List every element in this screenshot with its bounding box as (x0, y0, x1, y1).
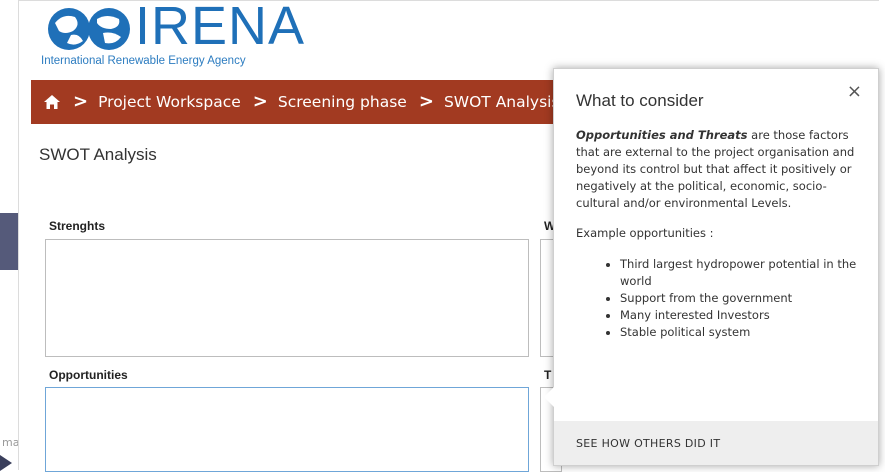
list-item: Support from the government (620, 290, 860, 307)
logo-name: IRENA (135, 0, 306, 56)
popover-body: Opportunities and Threats are those fact… (576, 127, 860, 341)
opportunities-textarea[interactable] (45, 387, 529, 472)
logo-tagline: International Renewable Energy Agency (41, 55, 246, 67)
close-icon[interactable]: × (847, 81, 862, 102)
list-item: Stable political system (620, 324, 860, 341)
popover-footer: SEE HOW OTHERS DID IT (554, 421, 878, 465)
popover-description: Opportunities and Threats are those fact… (576, 127, 860, 212)
example-list: Third largest hydropower potential in th… (576, 256, 860, 341)
chevron-right-icon: > (252, 91, 268, 112)
breadcrumb-swot-analysis[interactable]: SWOT Analysis (444, 93, 560, 111)
chevron-right-icon: > (418, 91, 434, 112)
list-item: Third largest hydropower potential in th… (620, 256, 860, 290)
popover-title: What to consider (576, 91, 704, 110)
strengths-label: Strenghts (49, 219, 106, 233)
threats-label: T (544, 368, 552, 382)
home-icon[interactable] (43, 93, 61, 111)
background-side-tab (0, 213, 18, 270)
what-to-consider-popover: What to consider × Opportunities and Thr… (544, 68, 879, 466)
popover-pointer (544, 387, 554, 407)
example-heading: Example opportunities : (576, 226, 714, 240)
strengths-textarea[interactable] (45, 239, 529, 357)
popover-lead: Opportunities and Threats (576, 128, 748, 142)
background-partial-text: ma (2, 436, 20, 449)
opportunities-label: Opportunities (49, 368, 128, 382)
globe-logo-icon (48, 8, 130, 50)
chevron-right-icon: > (73, 91, 89, 112)
breadcrumb-project-workspace[interactable]: Project Workspace (98, 93, 241, 111)
page-title: SWOT Analysis (39, 145, 157, 164)
breadcrumb-screening-phase[interactable]: Screening phase (278, 93, 407, 111)
see-how-others-did-it-link[interactable]: SEE HOW OTHERS DID IT (576, 437, 720, 450)
list-item: Many interested Investors (620, 307, 860, 324)
